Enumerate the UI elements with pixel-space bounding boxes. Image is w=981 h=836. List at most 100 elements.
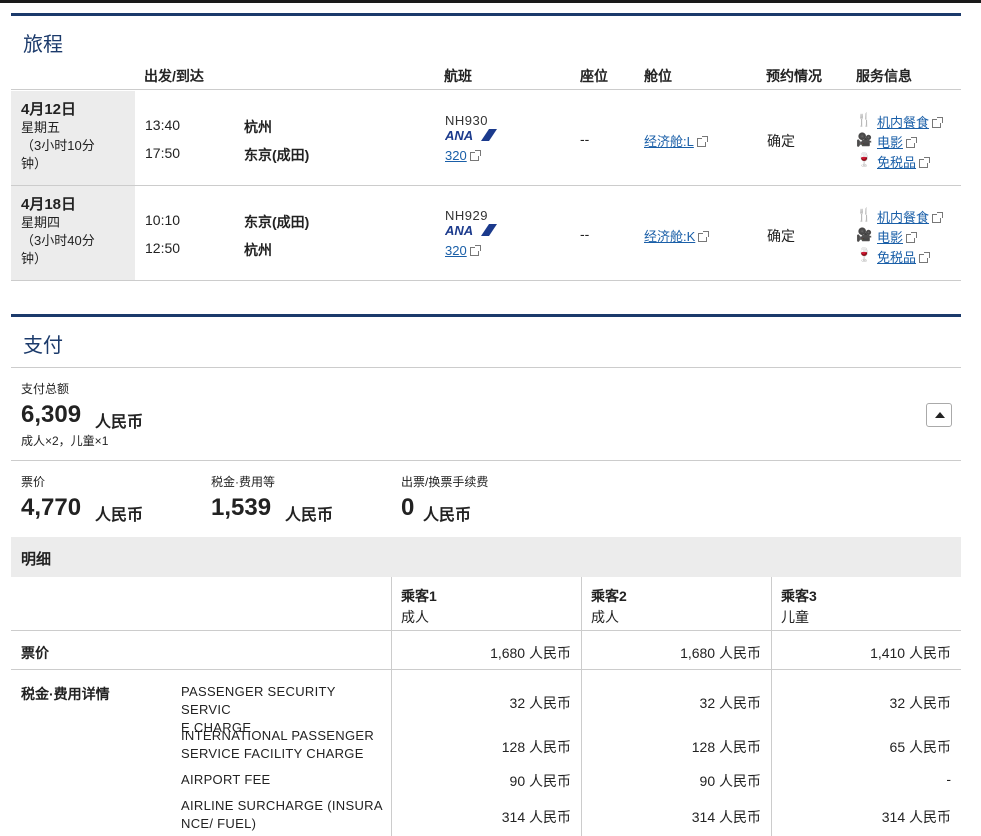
fare-value: 1,680 人民币 bbox=[680, 645, 761, 661]
external-link-icon bbox=[932, 212, 944, 223]
top-border bbox=[0, 0, 981, 3]
external-link-icon bbox=[919, 252, 931, 263]
external-link-icon bbox=[906, 137, 918, 148]
arrive-time: 12:50 bbox=[145, 240, 181, 256]
ana-logo: ANA bbox=[445, 223, 497, 237]
header-cabin: 舱位 bbox=[644, 68, 672, 84]
arrive-time: 17:50 bbox=[145, 145, 181, 161]
arrive-city: 杭州 bbox=[244, 242, 272, 258]
itinerary-header: 出发/到达 航班 座位 舱位 预约情况 服务信息 bbox=[11, 66, 961, 90]
flight-date: 4月18日 bbox=[21, 196, 77, 213]
tax-item-name-line: AIRLINE SURCHARGE (INSURA bbox=[181, 798, 383, 813]
flight-row: 4月18日 星期四 （3小时40分 钟） 10:10 东京(成田) 12:50 … bbox=[11, 186, 961, 281]
aircraft-type: 320 bbox=[445, 148, 467, 163]
passenger-type: 儿童 bbox=[781, 609, 809, 625]
flight-duration-cont: 钟） bbox=[21, 251, 48, 266]
tax-row-label: 税金·费用详情 bbox=[21, 686, 110, 702]
external-link-icon bbox=[919, 157, 931, 168]
cabin-link[interactable]: 经济舱:K bbox=[644, 226, 710, 245]
tax-item-value: 128 人民币 bbox=[691, 739, 761, 755]
passenger-type: 成人 bbox=[591, 609, 619, 625]
total-amount: 6,309 bbox=[21, 401, 82, 428]
payment-title: 支付 bbox=[23, 335, 63, 357]
tax-amount: 1,539 bbox=[211, 494, 272, 521]
header-seat: 座位 bbox=[580, 68, 608, 84]
itinerary-section: 旅程 出发/到达 航班 座位 舱位 预约情况 服务信息 4月12日 星期五 （3… bbox=[11, 13, 961, 281]
tax-item-value: 314 人民币 bbox=[501, 809, 571, 825]
flight-duration: （3小时40分 bbox=[21, 233, 95, 248]
duty-free-icon: 🍷 bbox=[856, 152, 873, 167]
tax-item-value: 314 人民币 bbox=[881, 809, 951, 825]
tax-label: 税金·费用等 bbox=[211, 475, 275, 489]
depart-city: 杭州 bbox=[244, 119, 272, 135]
collapse-button[interactable] bbox=[926, 403, 952, 427]
flight-duration: （3小时10分 bbox=[21, 138, 95, 153]
booking-status: 确定 bbox=[767, 133, 795, 149]
service-meal-link[interactable]: 机内餐食 bbox=[877, 112, 944, 131]
seat-value: -- bbox=[580, 226, 590, 242]
service-movie-label: 电影 bbox=[877, 135, 904, 150]
divider bbox=[11, 367, 961, 368]
tax-item-name-line: SERVICE FACILITY CHARGE bbox=[181, 746, 364, 761]
service-dutyfree-label: 免税品 bbox=[877, 250, 917, 265]
payment-section: 支付 支付总额 6,309 人民币 成人×2，儿童×1 票价 4,770 人民币… bbox=[11, 314, 961, 836]
fee-currency: 人民币 bbox=[423, 507, 472, 524]
depart-city: 东京(成田) bbox=[244, 214, 310, 230]
row-divider bbox=[11, 630, 961, 631]
external-link-icon bbox=[906, 232, 918, 243]
passenger-name: 乘客1 bbox=[401, 588, 437, 604]
detail-header: 明细 bbox=[11, 537, 961, 577]
service-dutyfree-link[interactable]: 免税品 bbox=[877, 152, 931, 171]
external-link-icon bbox=[698, 231, 710, 242]
depart-time: 10:10 bbox=[145, 212, 181, 228]
service-movie-link[interactable]: 电影 bbox=[877, 227, 918, 246]
tax-item-value: 314 人民币 bbox=[691, 809, 761, 825]
tax-currency: 人民币 bbox=[285, 507, 334, 524]
seat-value: -- bbox=[580, 131, 590, 147]
cabin-class: 经济舱:K bbox=[644, 229, 696, 244]
divider bbox=[11, 460, 961, 461]
movie-icon: 🎥 bbox=[856, 132, 873, 147]
cabin-link[interactable]: 经济舱:L bbox=[644, 131, 708, 150]
tax-item-name: INTERNATIONAL PASSENGER SERVICE FACILITY … bbox=[181, 727, 386, 763]
header-booking: 预约情况 bbox=[766, 68, 822, 84]
fare-currency: 人民币 bbox=[95, 507, 144, 524]
passenger-summary: 成人×2，儿童×1 bbox=[21, 434, 109, 448]
header-service: 服务信息 bbox=[856, 68, 912, 84]
fee-label: 出票/换票手续费 bbox=[401, 475, 489, 489]
flight-number: NH929 bbox=[445, 208, 488, 223]
total-label: 支付总额 bbox=[21, 382, 70, 396]
service-dutyfree-label: 免税品 bbox=[877, 155, 917, 170]
passenger-name: 乘客3 bbox=[781, 588, 817, 604]
ana-logo: ANA bbox=[445, 128, 497, 142]
external-link-icon bbox=[469, 245, 481, 256]
cabin-class: 经济舱:L bbox=[644, 134, 694, 149]
fare-amount: 4,770 bbox=[21, 494, 82, 521]
flight-weekday: 星期四 bbox=[21, 215, 61, 230]
meal-icon: 🍴 bbox=[856, 112, 873, 127]
tax-item-value: 32 人民币 bbox=[509, 695, 571, 711]
itinerary-title: 旅程 bbox=[23, 34, 63, 56]
service-dutyfree-link[interactable]: 免税品 bbox=[877, 247, 931, 266]
ana-logo-text: ANA bbox=[445, 128, 473, 142]
aircraft-link[interactable]: 320 bbox=[445, 243, 481, 258]
flight-date: 4月12日 bbox=[21, 101, 77, 118]
fee-amount: 0 bbox=[401, 494, 415, 521]
header-flight: 航班 bbox=[444, 68, 472, 84]
tax-item-value: 128 人民币 bbox=[501, 739, 571, 755]
meal-icon: 🍴 bbox=[856, 207, 873, 222]
aircraft-link[interactable]: 320 bbox=[445, 148, 481, 163]
flight-number: NH930 bbox=[445, 113, 488, 128]
external-link-icon bbox=[932, 117, 944, 128]
row-divider bbox=[11, 669, 961, 670]
service-meal-link[interactable]: 机内餐食 bbox=[877, 207, 944, 226]
service-movie-link[interactable]: 电影 bbox=[877, 132, 918, 151]
tax-item-name: AIRLINE SURCHARGE (INSURA NCE/ FUEL) bbox=[181, 797, 386, 833]
flight-duration-cont: 钟） bbox=[21, 156, 48, 171]
tax-item-value: 90 人民币 bbox=[509, 773, 571, 789]
ana-logo-text: ANA bbox=[445, 223, 473, 237]
service-meal-label: 机内餐食 bbox=[877, 115, 930, 130]
tax-item-value: - bbox=[946, 771, 951, 787]
col-divider bbox=[391, 577, 392, 836]
external-link-icon bbox=[469, 150, 481, 161]
